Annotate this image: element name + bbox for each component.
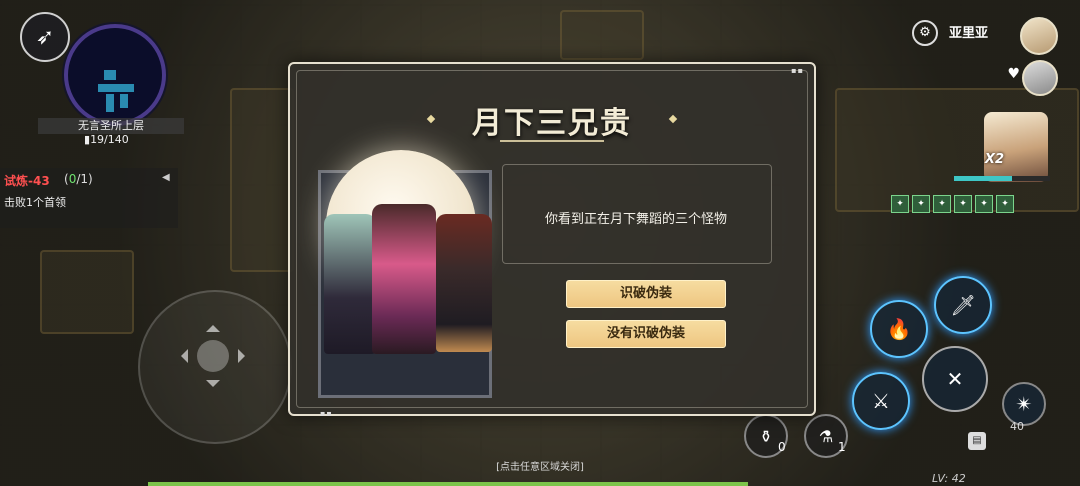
quest-progress-rest: /1): [76, 172, 93, 186]
cross-swords-skill-icon[interactable]: ⚔: [852, 372, 910, 430]
monster-illustration: [324, 214, 376, 354]
buff-icon: ✦: [975, 195, 993, 213]
ally-avatar[interactable]: [1022, 60, 1058, 96]
experience-bar: [148, 482, 748, 486]
joystick-left-arrow-icon: [174, 349, 188, 363]
combo-multiplier: X2: [984, 152, 1004, 167]
minimap-room: [120, 94, 128, 108]
buff-icon: ✦: [912, 195, 930, 213]
potion-2-count: 1: [838, 440, 846, 454]
wing-icon[interactable]: ➶: [20, 12, 70, 62]
choice-see-through-disguise-button[interactable]: 识破伪装: [566, 280, 726, 308]
quest-description: 击败1个首领: [4, 196, 66, 209]
player-name: 亚里亚: [948, 26, 988, 41]
bag-icon[interactable]: ▤: [968, 432, 986, 450]
buff-icon: ✦: [996, 195, 1014, 213]
joystick-up-arrow-icon: [206, 318, 220, 332]
buff-icon: ✦: [891, 195, 909, 213]
joystick-down-arrow-icon: [206, 380, 220, 394]
minimap-room: [98, 84, 134, 92]
joystick-knob[interactable]: [197, 340, 229, 372]
event-dialog[interactable]: 月下三兄贵 你看到正在月下舞蹈的三个怪物 识破伪装 没有识破伪装 ▪▪ ▪▪: [288, 62, 816, 418]
sword-skill-icon[interactable]: 🗡: [934, 276, 992, 334]
player-avatar[interactable]: [1020, 17, 1058, 55]
buff-icon: ✦: [954, 195, 972, 213]
buff-icon: ✦: [933, 195, 951, 213]
location-name: 无言圣所上层: [38, 118, 184, 134]
title-divider: [500, 140, 604, 142]
minimap-room: [106, 94, 114, 112]
collapse-arrow-icon[interactable]: ◀: [162, 172, 170, 183]
monster-illustration: [436, 214, 492, 352]
choice-fail-see-through-button[interactable]: 没有识破伪装: [566, 320, 726, 348]
buff-list: ✦ ✦ ✦ ✦ ✦ ✦: [891, 195, 1014, 213]
corner-dots: ▪▪: [320, 409, 333, 418]
quest-title: 试炼-43: [4, 174, 50, 188]
monster-illustration: [372, 204, 436, 354]
settings-icon[interactable]: ⚙: [912, 20, 938, 46]
player-level: LV: 42: [932, 472, 966, 485]
event-description: 你看到正在月下舞蹈的三个怪物: [544, 212, 727, 227]
hero-portrait: [984, 112, 1048, 182]
potion-1-count: 0: [778, 440, 786, 454]
hp-bar-fill: [954, 176, 1012, 181]
room-count: ▮19/140: [84, 133, 129, 146]
basic-attack-icon[interactable]: ✕: [922, 346, 988, 412]
heart-icon: ♥: [1007, 66, 1020, 82]
corner-dots: ▪▪: [791, 66, 804, 75]
special-skill-icon[interactable]: ✴: [1002, 382, 1046, 426]
quest-panel[interactable]: 试炼-43 (0/1) ◀ 击败1个首领: [0, 168, 178, 228]
dialog-title: 月下三兄贵: [472, 106, 632, 141]
minimap[interactable]: [64, 24, 166, 126]
close-hint: [点击任意区域关闭]: [496, 462, 584, 473]
joystick-right-arrow-icon: [238, 349, 252, 363]
minimap-room: [104, 70, 116, 80]
quest-progress: (0/1): [64, 172, 93, 186]
room-count-value: 19/140: [90, 133, 129, 146]
hp-bar: [954, 176, 1050, 181]
fire-skill-icon[interactable]: 🔥: [870, 300, 928, 358]
special-skill-count: 40: [1010, 420, 1024, 433]
